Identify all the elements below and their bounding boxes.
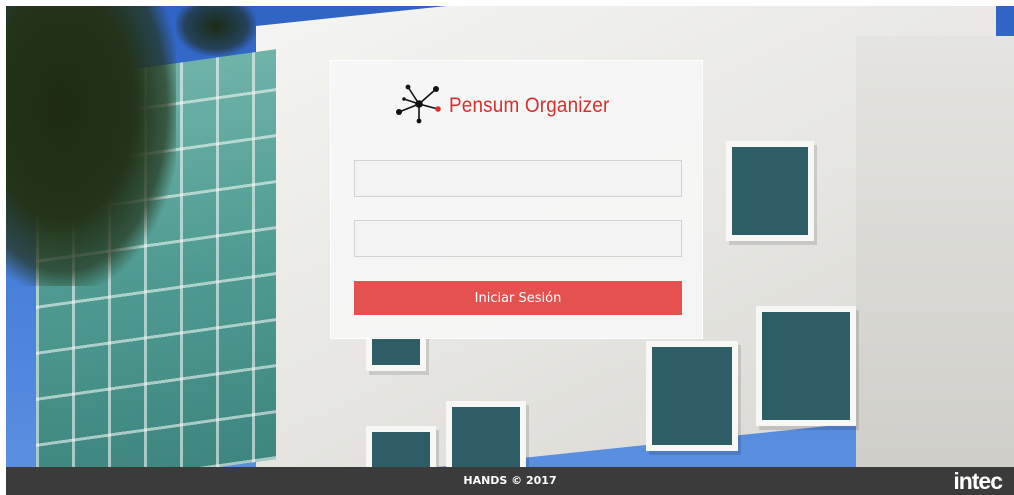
username-field-wrapper [354,160,682,197]
intec-logo: intec [953,468,1003,494]
window [446,401,526,467]
building-side [856,36,1014,467]
username-field[interactable] [355,161,681,196]
tree [6,6,176,286]
window [726,141,814,241]
copyright-text: HANDS © 2017 [463,474,557,487]
tree-branch [176,6,256,56]
password-field-wrapper [354,220,682,257]
window [646,341,738,451]
password-field[interactable] [355,221,681,256]
network-nodes-icon [391,79,447,134]
login-button[interactable]: Iniciar Sesión [354,281,682,315]
login-card: Pensum Organizer Iniciar Sesión [330,60,703,339]
window [366,426,436,467]
footer-bar: HANDS © 2017 intec [6,467,1014,495]
window [756,306,856,426]
brand-logo: Pensum Organizer [391,81,627,131]
brand-name: Pensum Organizer [449,94,610,117]
